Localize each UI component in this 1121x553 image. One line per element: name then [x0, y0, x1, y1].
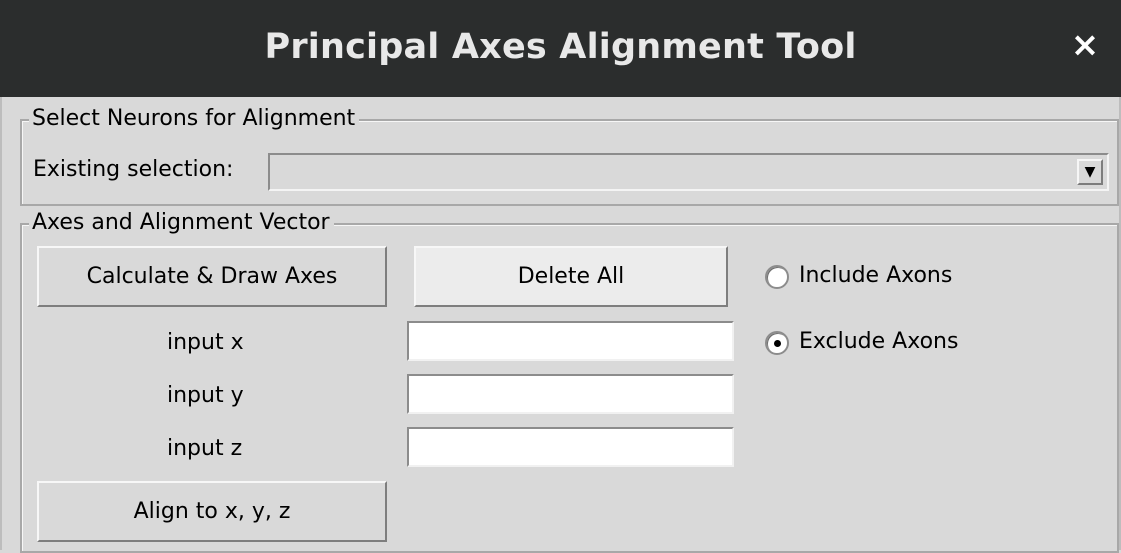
input-y-field[interactable] — [407, 374, 734, 414]
input-y-label: input y — [167, 383, 244, 408]
include-axons-label: Include Axons — [799, 263, 953, 288]
axes-alignment-legend: Axes and Alignment Vector — [29, 210, 334, 236]
include-axons-radio[interactable]: Include Axons — [765, 263, 995, 293]
window-title: Principal Axes Alignment Tool — [264, 27, 857, 67]
neuron-selection-legend: Select Neurons for Alignment — [29, 106, 360, 132]
input-x-label: input x — [167, 330, 244, 355]
existing-selection-label: Existing selection: — [33, 157, 234, 182]
dialog-body: Select Neurons for Alignment Existing se… — [0, 97, 1121, 553]
calculate-draw-axes-button[interactable]: Calculate & Draw Axes — [37, 246, 387, 307]
input-x-field[interactable] — [407, 321, 734, 361]
close-icon[interactable]: × — [1060, 20, 1110, 70]
exclude-axons-label: Exclude Axons — [799, 329, 959, 354]
radio-unselected-icon — [765, 265, 789, 289]
radio-selected-icon — [765, 331, 789, 355]
existing-selection-dropdown[interactable]: ▼ — [268, 153, 1109, 191]
exclude-axons-radio[interactable]: Exclude Axons — [765, 329, 995, 359]
chevron-down-icon[interactable]: ▼ — [1077, 159, 1103, 185]
delete-all-button[interactable]: Delete All — [414, 246, 728, 307]
input-z-field[interactable] — [407, 427, 734, 467]
align-to-xyz-button[interactable]: Align to x, y, z — [37, 481, 387, 542]
input-z-label: input z — [167, 436, 243, 461]
title-bar: Principal Axes Alignment Tool × — [0, 0, 1121, 97]
